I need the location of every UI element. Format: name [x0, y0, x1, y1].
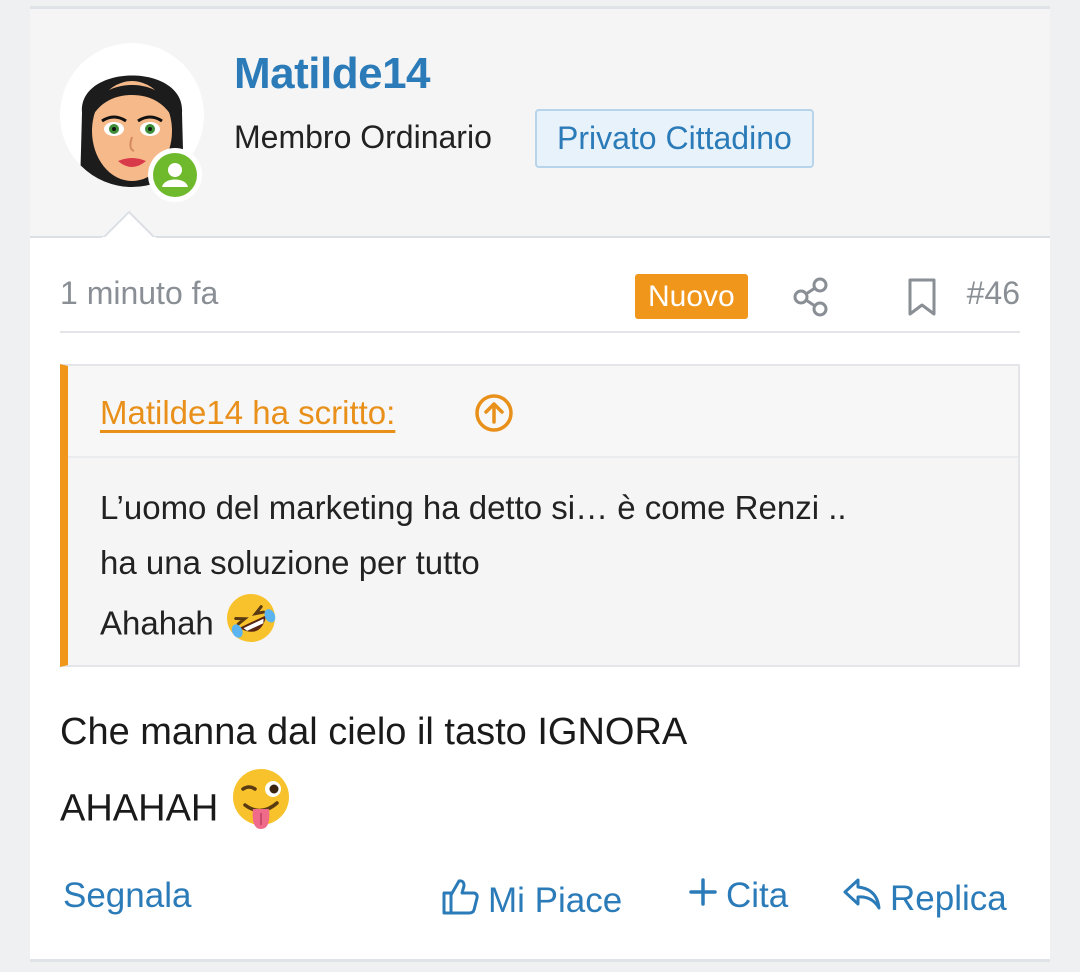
post-number[interactable]: #46: [967, 275, 1020, 312]
report-link[interactable]: Segnala: [63, 876, 191, 916]
post-time[interactable]: 1 minuto fa: [60, 275, 218, 312]
user-banner: Privato Cittadino: [535, 109, 814, 168]
user-header: Matilde14 Membro Ordinario Privato Citta…: [30, 9, 1050, 238]
thumbs-up-icon: [440, 876, 488, 925]
post-body: Che manna dal cielo il tasto IGNORA AHAH…: [60, 697, 1020, 854]
quote-line-last: Ahahah: [100, 590, 1000, 662]
winking-tongue-emoji-icon: [229, 767, 293, 854]
bookmark-icon[interactable]: [906, 277, 938, 322]
report-label: Segnala: [63, 876, 192, 915]
reply-label: Replica: [890, 878, 1007, 918]
quote-line: Ahahah: [100, 604, 214, 642]
body-line-last: AHAHAH: [60, 767, 1020, 854]
quote-content: L’uomo del marketing ha detto si… è come…: [100, 480, 1000, 662]
quote-button[interactable]: Cita: [688, 876, 788, 916]
quote-block: Matilde14 ha scritto: L’uomo del marketi…: [60, 364, 1020, 667]
like-button[interactable]: Mi Piace: [440, 876, 622, 925]
user-title: Membro Ordinario: [234, 119, 492, 155]
body-line: AHAHAH: [60, 787, 219, 830]
like-label: Mi Piace: [488, 880, 623, 920]
body-line: Che manna dal cielo il tasto IGNORA: [60, 711, 688, 753]
plus-icon: [688, 876, 726, 916]
rofl-emoji-icon: [223, 590, 279, 662]
username-link[interactable]: Matilde14: [234, 49, 431, 99]
online-status-icon: [148, 148, 202, 202]
post-card: Matilde14 Membro Ordinario Privato Citta…: [30, 6, 1050, 962]
post-meta: 1 minuto fa Nuovo #46: [60, 267, 1020, 333]
arrow-up-circle-icon[interactable]: [474, 393, 514, 438]
post-actions: Segnala Mi Piace Cita Replica: [60, 871, 1020, 931]
quote-author-link[interactable]: Matilde14 ha scritto:: [100, 394, 395, 432]
quote-header: Matilde14 ha scritto:: [68, 366, 1018, 458]
quote-line: L’uomo del marketing ha detto si… è come…: [100, 489, 847, 526]
share-icon[interactable]: [793, 277, 829, 322]
header-pointer: [102, 211, 156, 239]
reply-arrow-icon: [842, 876, 890, 921]
new-badge: Nuovo: [635, 274, 748, 319]
quote-label: Cita: [726, 876, 789, 915]
reply-button[interactable]: Replica: [842, 876, 1007, 921]
quote-line: ha una soluzione per tutto: [100, 544, 480, 581]
